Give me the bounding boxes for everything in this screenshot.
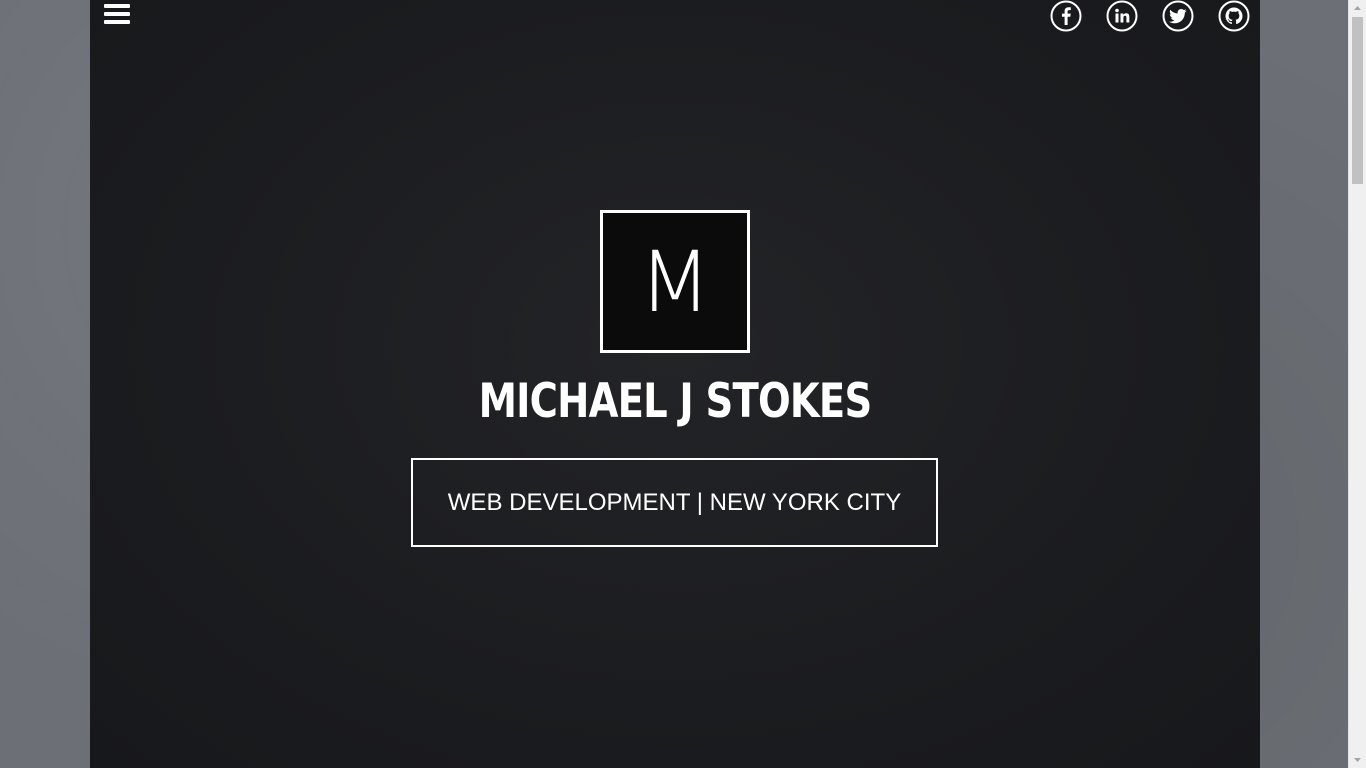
menu-bar-middle <box>104 12 130 16</box>
tagline-box: WEB DEVELOPMENT | NEW YORK CITY <box>411 458 938 547</box>
facebook-icon[interactable] <box>1050 0 1082 32</box>
page-title: MICHAEL J STOKES <box>478 374 873 429</box>
logo-monogram: M <box>600 210 750 353</box>
main-page-panel: M MICHAEL J STOKES WEB DEVELOPMENT | NEW… <box>90 0 1260 768</box>
github-icon[interactable] <box>1218 0 1250 32</box>
twitter-icon[interactable] <box>1162 0 1194 32</box>
vertical-scrollbar[interactable] <box>1348 0 1366 768</box>
scroll-down-arrow-icon[interactable] <box>1349 751 1366 768</box>
linkedin-icon[interactable] <box>1106 0 1138 32</box>
tagline-text: WEB DEVELOPMENT | NEW YORK CITY <box>447 488 902 516</box>
social-links <box>1050 0 1250 32</box>
scroll-up-arrow-icon[interactable] <box>1349 0 1366 17</box>
scrollbar-thumb[interactable] <box>1352 17 1363 184</box>
hamburger-menu-icon[interactable] <box>104 3 130 25</box>
menu-bar-bottom <box>104 20 130 24</box>
menu-bar-top <box>104 4 130 8</box>
logo-letter: M <box>638 232 712 331</box>
